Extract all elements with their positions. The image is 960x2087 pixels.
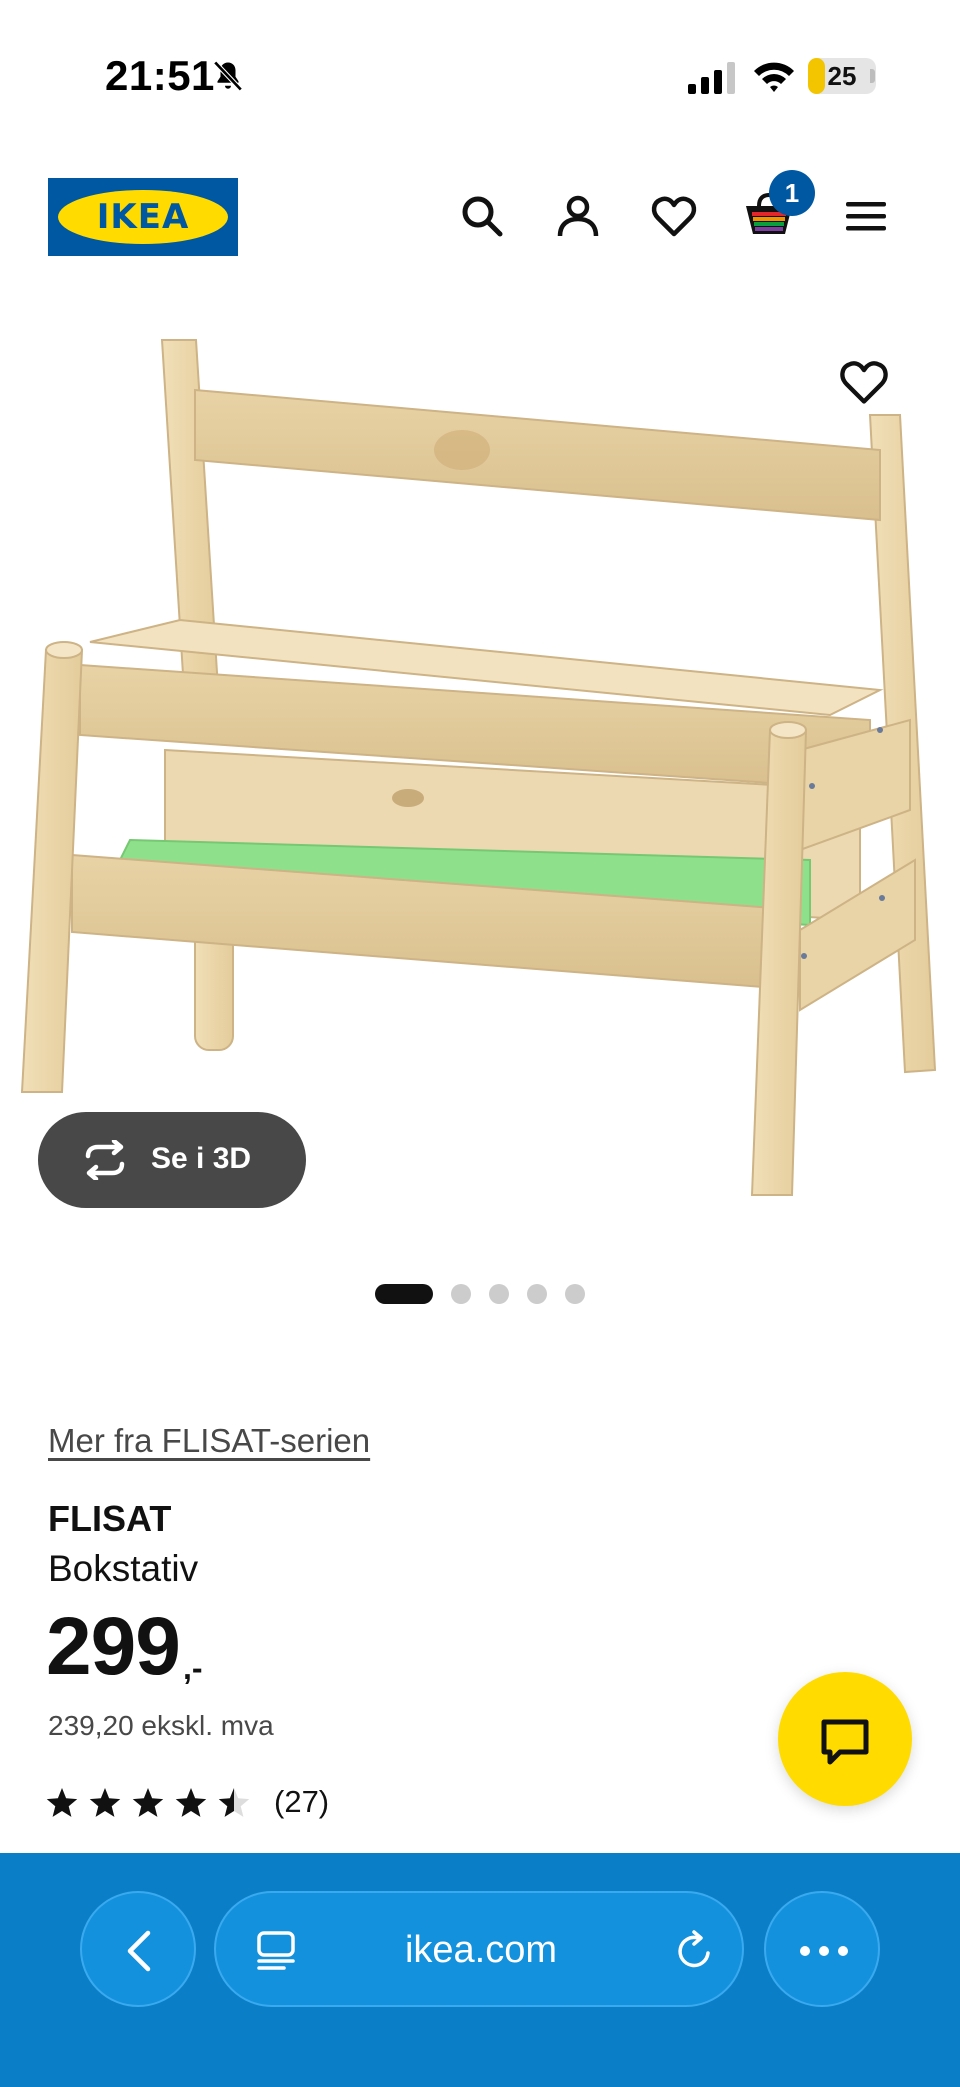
- carousel-dot[interactable]: [375, 1284, 433, 1304]
- battery-level-text: 25: [827, 61, 857, 91]
- star-icon: [46, 1788, 78, 1817]
- reload-icon[interactable]: [672, 1929, 716, 1973]
- cellular-signal-icon: [688, 62, 735, 94]
- product-image[interactable]: [0, 320, 960, 1240]
- product-type: Bokstativ: [48, 1548, 199, 1589]
- browser-url: ikea.com: [404, 1929, 558, 1971]
- price-suffix: ,-: [183, 1650, 203, 1686]
- carousel-dot[interactable]: [565, 1284, 585, 1304]
- price-value: 299: [46, 1601, 181, 1692]
- ikea-logo[interactable]: IKEA: [48, 178, 238, 256]
- price-excl-vat: 239,20 ekskl. mva: [48, 1710, 274, 1741]
- browser-more-button[interactable]: [764, 1891, 880, 2007]
- carousel-dot[interactable]: [451, 1284, 471, 1304]
- rotate-3d-icon: [85, 1140, 125, 1180]
- wifi-icon: [754, 62, 794, 92]
- browser-address-bar[interactable]: ikea.com: [214, 1891, 744, 2007]
- status-time: 21:51: [105, 52, 215, 99]
- chat-icon: [821, 1719, 869, 1765]
- series-link[interactable]: Mer fra FLISAT-serien: [48, 1422, 370, 1460]
- star-icon: [175, 1788, 207, 1817]
- chat-button[interactable]: [778, 1672, 912, 1806]
- browser-back-button[interactable]: [80, 1891, 196, 2007]
- carousel-dot[interactable]: [527, 1284, 547, 1304]
- view-in-3d-label: Se i 3D: [151, 1142, 252, 1175]
- more-dots-icon: [800, 1946, 848, 1956]
- product-name: FLISAT: [48, 1498, 172, 1539]
- search-icon[interactable]: [458, 192, 506, 240]
- rating-stars[interactable]: [46, 1786, 256, 1822]
- chevron-left-icon: [127, 1930, 151, 1972]
- view-in-3d-button[interactable]: Se i 3D: [38, 1112, 306, 1208]
- star-icon: [132, 1788, 164, 1817]
- bell-slash-icon: [213, 60, 243, 92]
- star-icon: [89, 1788, 121, 1817]
- account-icon[interactable]: [554, 192, 602, 240]
- menu-icon[interactable]: [842, 192, 890, 240]
- logo-text: IKEA: [96, 197, 190, 237]
- status-bar: 21:51 25: [0, 0, 960, 150]
- carousel-dot[interactable]: [489, 1284, 509, 1304]
- add-to-wishlist-icon[interactable]: [838, 356, 890, 408]
- heart-icon[interactable]: [650, 192, 698, 240]
- review-count[interactable]: (27): [274, 1784, 329, 1820]
- cart-count-badge: 1: [769, 170, 815, 216]
- battery-icon: 25: [808, 58, 876, 94]
- battery-tip: [870, 69, 875, 83]
